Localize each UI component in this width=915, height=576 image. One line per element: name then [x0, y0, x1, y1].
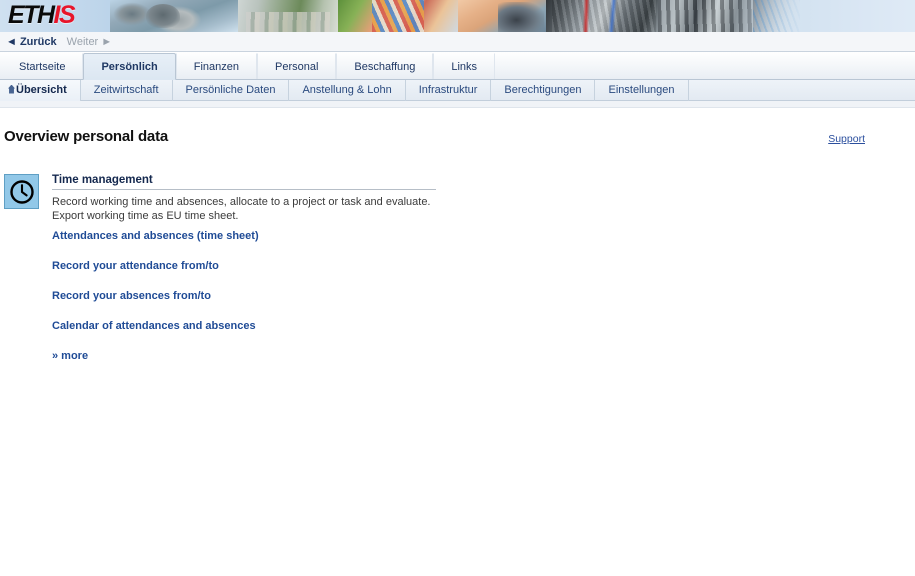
link-record-absences[interactable]: Record your absences from/to [52, 290, 436, 303]
history-navigation-bar: ◄ Zurück Weiter ► [0, 32, 915, 52]
tab-beschaffung[interactable]: Beschaffung [336, 53, 434, 79]
banner-photo-campus [110, 0, 238, 32]
tab-persoenlich[interactable]: Persönlich [83, 53, 176, 80]
main-content: Overview personal data Support Time mana… [0, 108, 915, 576]
subtab-persoenliche-daten[interactable]: Persönliche Daten [173, 79, 290, 101]
tab-finanzen[interactable]: Finanzen [175, 53, 257, 79]
sub-tab-bar: Übersicht Zeitwirtschaft Persönliche Dat… [0, 79, 915, 101]
back-label: Zurück [19, 35, 57, 48]
overview-card-grid: Time management Record working time and … [0, 145, 915, 576]
main-tab-bar: Startseite Persönlich Finanzen Personal … [0, 52, 915, 80]
banner-photo-hand [458, 0, 546, 32]
banner-photo-machine [546, 0, 658, 32]
card-time-management: Time management Record working time and … [0, 173, 460, 576]
tab-links[interactable]: Links [433, 53, 496, 79]
more-link-time-management[interactable]: » more [52, 350, 436, 363]
link-calendar-attendances-absences[interactable]: Calendar of attendances and absences [52, 320, 436, 333]
logo-eth-text: ETH [8, 1, 55, 29]
tab-startseite[interactable]: Startseite [2, 53, 84, 79]
support-link[interactable]: Support [828, 133, 865, 145]
subtab-zeitwirtschaft[interactable]: Zeitwirtschaft [81, 79, 173, 101]
logo-is-text: IS [53, 1, 76, 29]
forward-button[interactable]: Weiter ► [67, 36, 113, 48]
content-separator-strip [0, 101, 915, 108]
page-header: Overview personal data Support [0, 108, 915, 145]
banner-photo-cables [338, 0, 458, 32]
subtab-infrastruktur[interactable]: Infrastruktur [406, 79, 492, 101]
clock-icon [4, 174, 39, 209]
banner-fade-overlay [725, 0, 915, 32]
link-attendances-and-absences[interactable]: Attendances and absences (time sheet) [52, 230, 436, 243]
card-title-time-management: Time management [52, 174, 436, 190]
home-icon [8, 84, 15, 94]
page-title: Overview personal data [4, 128, 169, 145]
subtab-anstellung-lohn[interactable]: Anstellung & Lohn [289, 79, 406, 101]
card-description-time-management: Record working time and absences, alloca… [52, 196, 431, 222]
ethis-logo[interactable]: ETHIS [8, 1, 76, 29]
banner-photo-collage [110, 0, 800, 32]
banner-photo-rooftop [238, 0, 338, 32]
header-banner: ETHIS [0, 0, 915, 32]
sub-tab-filler [689, 80, 915, 101]
subtab-uebersicht[interactable]: Übersicht [0, 79, 81, 101]
link-record-attendance[interactable]: Record your attendance from/to [52, 260, 436, 273]
card-personal-data: Personal data View your personal data, a… [460, 173, 915, 576]
subtab-einstellungen[interactable]: Einstellungen [595, 79, 689, 101]
tab-personal[interactable]: Personal [256, 53, 337, 79]
subtab-uebersicht-label: Übersicht [16, 83, 67, 96]
subtab-berechtigungen[interactable]: Berechtigungen [491, 79, 596, 101]
forward-label: Weiter [66, 35, 99, 48]
back-button[interactable]: ◄ Zurück [6, 36, 57, 48]
